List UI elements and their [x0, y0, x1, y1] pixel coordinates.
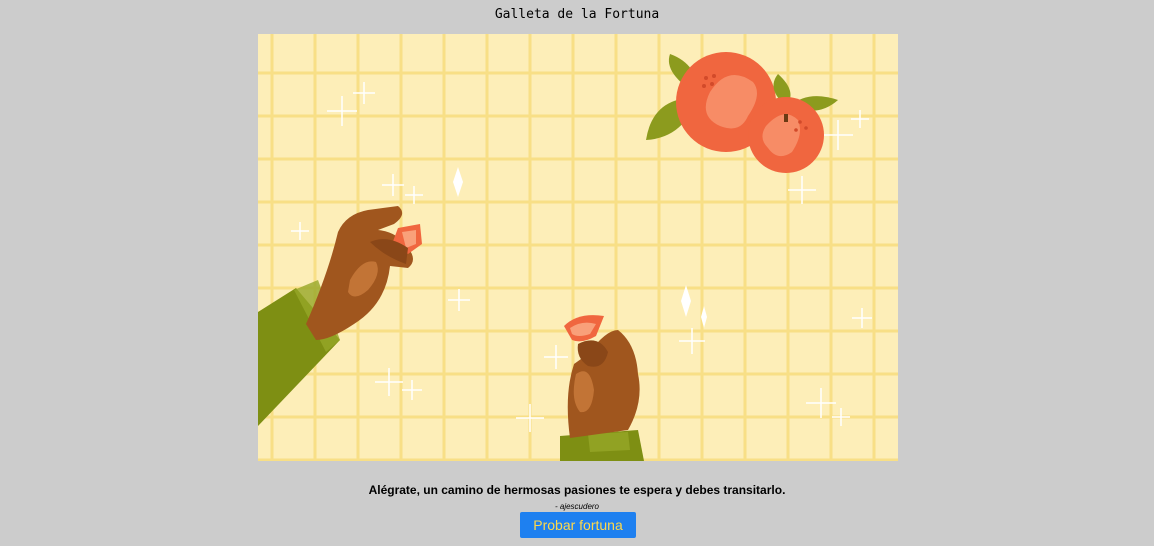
fortune-cookie-illustration: [258, 34, 898, 461]
fortune-message: Alégrate, un camino de hermosas pasiones…: [368, 483, 786, 497]
page-title: Galleta de la Fortuna: [494, 7, 660, 22]
try-fortune-button[interactable]: Probar fortuna: [520, 512, 636, 538]
fortune-author: - ajescudero: [554, 502, 600, 511]
